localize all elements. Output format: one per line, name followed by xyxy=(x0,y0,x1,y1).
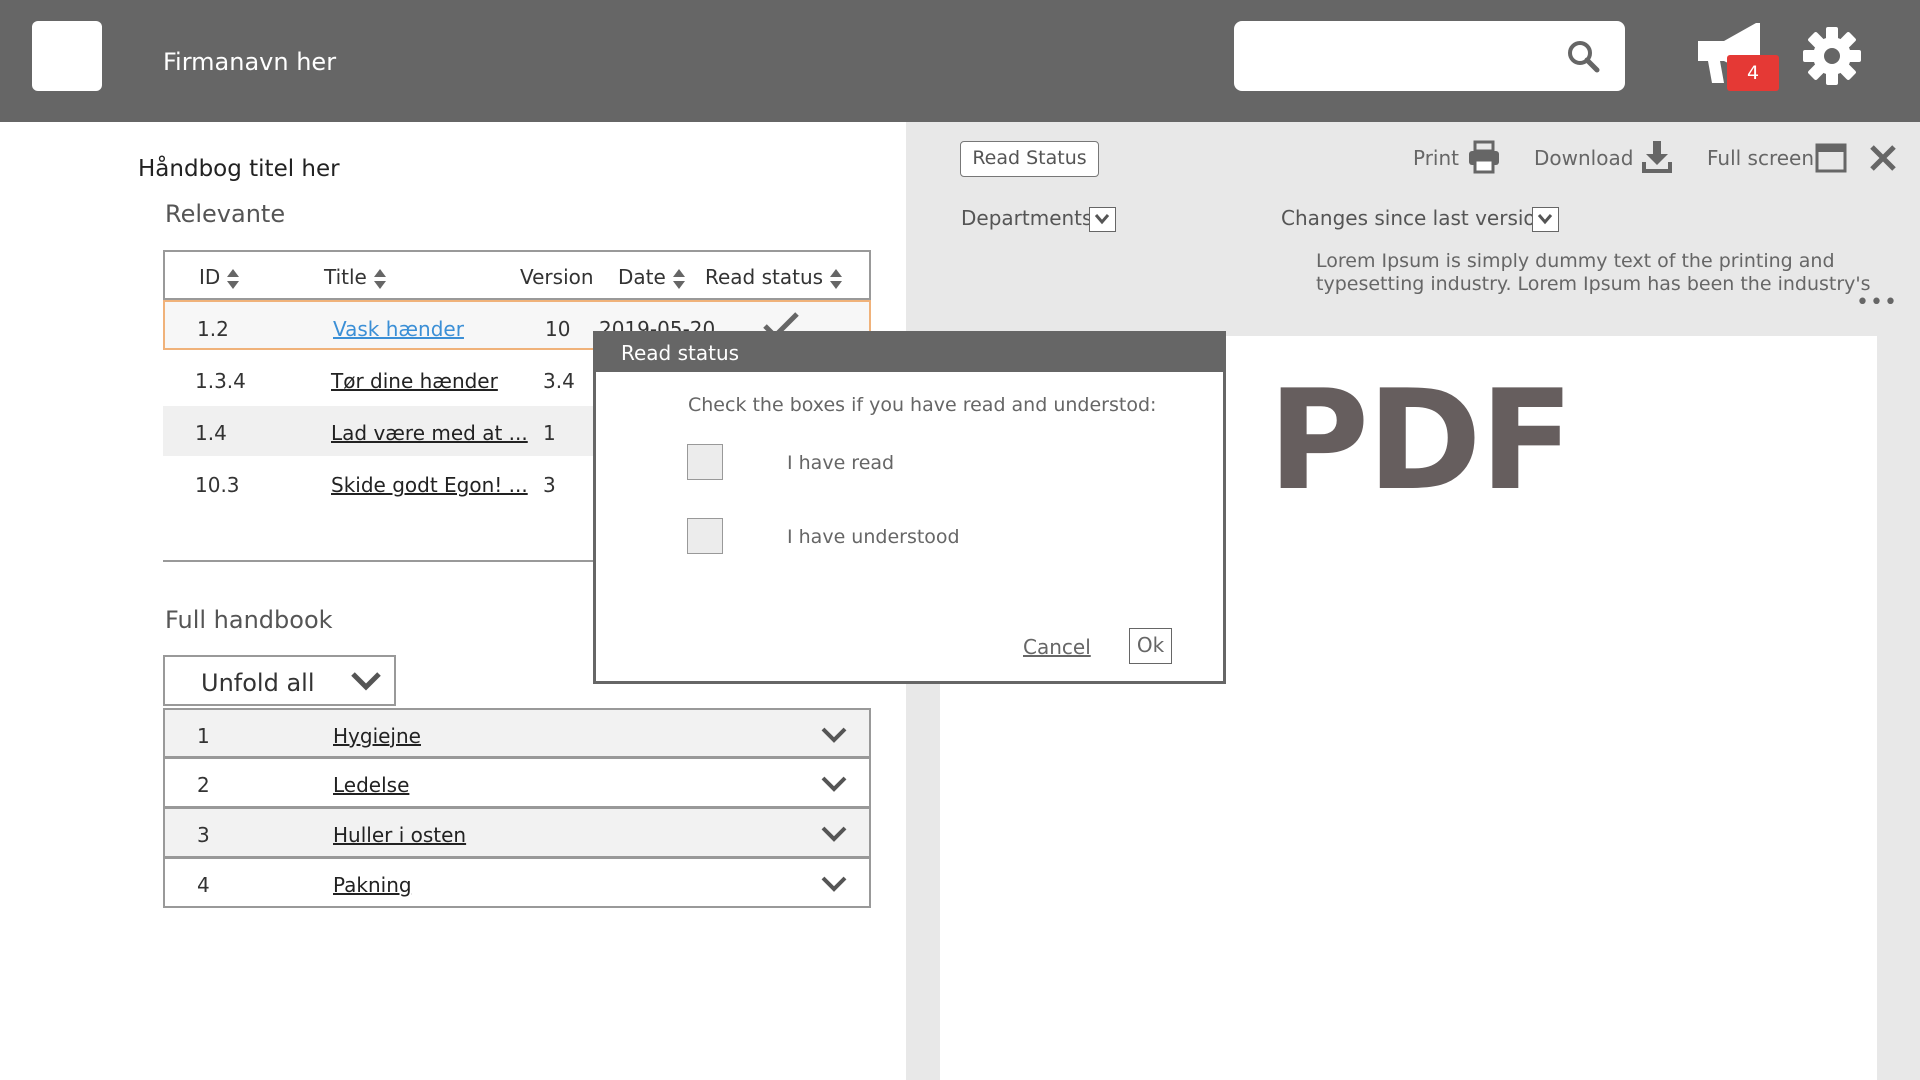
departments-label: Departments xyxy=(961,206,1093,230)
changes-dropdown[interactable] xyxy=(1532,207,1559,232)
dialog-instruction: Check the boxes if you have read and und… xyxy=(688,394,1157,416)
row-title-link[interactable]: Lad være med at ... xyxy=(331,421,528,445)
row-version: 1 xyxy=(543,421,556,445)
section-number: 3 xyxy=(197,823,210,847)
column-header-id[interactable]: ID xyxy=(199,265,240,290)
row-version: 3.4 xyxy=(543,369,575,393)
read-status-dialog: Read status Check the boxes if you have … xyxy=(593,331,1226,684)
top-bar: Firmanavn her 4 xyxy=(0,0,1920,122)
chevron-down-icon[interactable] xyxy=(821,775,847,793)
sort-icon[interactable] xyxy=(373,268,387,290)
section-number: 2 xyxy=(197,773,210,797)
departments-dropdown[interactable] xyxy=(1089,207,1116,232)
printer-icon[interactable] xyxy=(1468,140,1500,174)
changes-since-last-version-label: Changes since last version xyxy=(1281,206,1549,230)
unfold-all-dropdown[interactable]: Unfold all xyxy=(163,655,396,706)
ok-button[interactable]: Ok xyxy=(1129,628,1172,664)
full-handbook-label: Full handbook xyxy=(165,606,333,634)
column-header-read-status[interactable]: Read status xyxy=(705,265,843,290)
section-link[interactable]: Pakning xyxy=(333,873,412,897)
handbook-title: Håndbog titel her xyxy=(138,156,340,182)
row-title-link[interactable]: Tør dine hænder xyxy=(331,369,498,393)
list-item[interactable]: 3 Huller i osten xyxy=(163,808,871,858)
download-label[interactable]: Download xyxy=(1534,146,1633,170)
list-item[interactable]: 2 Ledelse xyxy=(163,758,871,808)
row-version: 3 xyxy=(543,473,556,497)
chevron-down-icon xyxy=(1094,214,1110,225)
section-link[interactable]: Hygiejne xyxy=(333,724,421,748)
full-screen-label[interactable]: Full screen xyxy=(1707,146,1814,170)
section-link[interactable]: Huller i osten xyxy=(333,823,466,847)
row-id: 1.3.4 xyxy=(195,369,246,393)
relevant-section-label: Relevante xyxy=(165,200,286,228)
row-id: 10.3 xyxy=(195,473,240,497)
row-id: 1.4 xyxy=(195,421,227,445)
unfold-all-label: Unfold all xyxy=(201,669,315,697)
have-read-checkbox[interactable] xyxy=(687,444,723,480)
list-item[interactable]: 1 Hygiejne xyxy=(163,708,871,758)
document-description: Lorem Ipsum is simply dummy text of the … xyxy=(1316,250,1871,295)
table-header: ID Title Version Date Read status xyxy=(163,250,871,300)
cancel-button[interactable]: Cancel xyxy=(1023,635,1091,659)
column-header-title[interactable]: Title xyxy=(324,265,387,290)
company-logo[interactable] xyxy=(32,21,102,91)
row-version: 10 xyxy=(545,317,571,341)
chevron-down-icon[interactable] xyxy=(821,825,847,843)
more-options-icon[interactable]: ••• xyxy=(1856,290,1898,315)
handbook-sections-list: 1 Hygiejne 2 Ledelse 3 Huller i osten 4 … xyxy=(163,708,871,908)
row-title-link[interactable]: Skide godt Egon! ... xyxy=(331,473,528,497)
chevron-down-icon[interactable] xyxy=(821,726,847,744)
dialog-title: Read status xyxy=(596,334,1223,372)
chevron-down-icon[interactable] xyxy=(821,875,847,893)
search-icon[interactable] xyxy=(1565,38,1601,74)
print-label[interactable]: Print xyxy=(1413,146,1459,170)
column-header-date[interactable]: Date xyxy=(618,265,686,290)
row-title-link[interactable]: Vask hænder xyxy=(333,317,464,341)
read-status-button[interactable]: Read Status xyxy=(960,141,1099,177)
column-header-version: Version xyxy=(520,265,594,289)
pdf-placeholder-text: PDF xyxy=(1268,360,1574,521)
chevron-down-icon xyxy=(351,672,381,691)
company-name: Firmanavn her xyxy=(163,48,337,76)
gear-icon[interactable] xyxy=(1803,27,1861,85)
search-input[interactable] xyxy=(1234,21,1625,91)
section-number: 4 xyxy=(197,873,210,897)
sort-icon[interactable] xyxy=(672,268,686,290)
section-link[interactable]: Ledelse xyxy=(333,773,409,797)
list-item[interactable]: 4 Pakning xyxy=(163,858,871,908)
download-icon[interactable] xyxy=(1641,140,1673,174)
row-id: 1.2 xyxy=(197,317,229,341)
have-understood-label: I have understood xyxy=(787,526,960,548)
notification-count-badge: 4 xyxy=(1727,55,1779,91)
section-number: 1 xyxy=(197,724,210,748)
sort-icon[interactable] xyxy=(226,268,240,290)
sort-icon[interactable] xyxy=(829,268,843,290)
chevron-down-icon xyxy=(1537,214,1553,225)
have-understood-checkbox[interactable] xyxy=(687,518,723,554)
full-screen-icon[interactable] xyxy=(1815,140,1847,174)
have-read-label: I have read xyxy=(787,452,895,474)
close-icon[interactable] xyxy=(1868,143,1898,173)
